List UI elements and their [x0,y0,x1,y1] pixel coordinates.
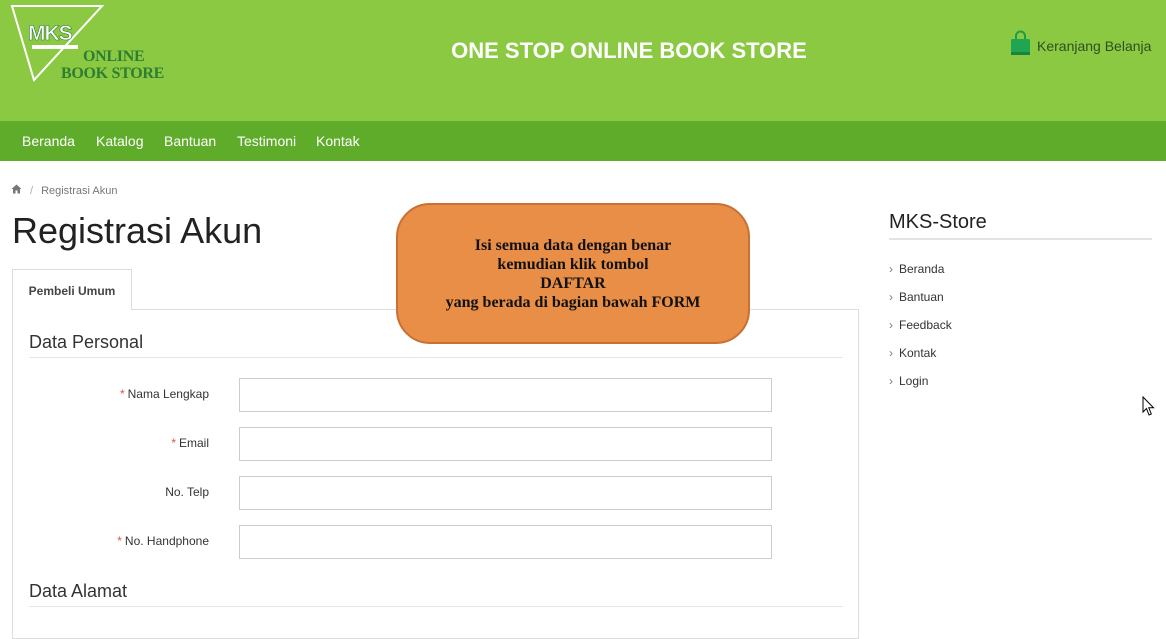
nav-item-katalog[interactable]: Katalog [96,133,143,149]
sidebar-item-label: Login [899,374,929,388]
site-header: MKS ONLINE BOOK STORE ONE STOP ONLINE BO… [0,0,1166,121]
chevron-right-icon: › [889,290,893,304]
nama-lengkap-input[interactable] [239,378,772,412]
label-no-telp: No. Telp [0,485,209,499]
required-marker: * [119,387,125,401]
sidebar-item-label: Feedback [899,318,952,332]
no-handphone-input[interactable] [239,525,772,559]
label-text: No. Handphone [124,534,209,548]
label-nama-lengkap: * Nama Lengkap [0,387,209,401]
section-divider [29,357,843,358]
breadcrumb: / Registrasi Akun [11,184,118,197]
sidebar-item-beranda[interactable]: › Beranda [889,262,944,276]
instruction-callout: Isi semua data dengan benar kemudian kli… [396,203,750,344]
section-data-personal: Data Personal [29,332,144,352]
home-icon[interactable] [11,184,22,197]
sidebar-item-label: Kontak [899,346,937,360]
label-no-handphone: * No. Handphone [0,534,209,548]
callout-line: kemudian klik tombol [497,255,649,273]
sidebar-divider [889,238,1152,240]
mouse-cursor-icon [1142,395,1156,422]
chevron-right-icon: › [889,346,893,360]
email-input[interactable] [239,427,772,461]
label-text: Email [178,436,209,450]
required-marker: * [171,436,176,450]
registration-panel [12,309,859,639]
tab-pembeli-umum[interactable]: Pembeli Umum [12,269,132,310]
label-text: No. Telp [165,485,209,499]
main-nav: Beranda Katalog Bantuan Testimoni Kontak [0,121,1166,161]
sidebar-item-label: Beranda [899,262,945,276]
breadcrumb-current: Registrasi Akun [41,184,118,197]
page-title: Registrasi Akun [12,210,263,251]
cart-label: Keranjang Belanja [1037,37,1152,54]
label-text: Nama Lengkap [127,387,209,401]
nav-item-beranda[interactable]: Beranda [22,133,75,149]
nav-item-kontak[interactable]: Kontak [316,133,360,149]
sidebar-title: MKS-Store [889,211,987,233]
callout-line: yang berada di bagian bawah FORM [445,293,701,311]
sidebar-item-feedback[interactable]: › Feedback [889,318,952,332]
nav-item-testimoni[interactable]: Testimoni [237,133,296,149]
shopping-bag-icon [1010,30,1031,61]
chevron-right-icon: › [889,318,893,332]
required-marker: * [117,534,122,548]
cart-link[interactable]: Keranjang Belanja [1010,30,1151,61]
chevron-right-icon: › [889,374,893,388]
section-data-alamat: Data Alamat [29,581,128,601]
store-title: ONE STOP ONLINE BOOK STORE [451,38,807,63]
no-telp-input[interactable] [239,476,772,510]
sidebar-item-bantuan[interactable]: › Bantuan [889,290,944,304]
chevron-right-icon: › [889,262,893,276]
logo-line-2: BOOK STORE [61,65,164,82]
nav-item-bantuan[interactable]: Bantuan [164,133,216,149]
section-divider [29,606,843,607]
callout-line: DAFTAR [540,274,606,292]
breadcrumb-separator: / [30,184,34,197]
callout-line: Isi semua data dengan benar [474,236,672,254]
sidebar-item-label: Bantuan [899,290,944,304]
sidebar-item-login[interactable]: › Login [889,374,928,388]
label-email: * Email [0,436,209,450]
sidebar-item-kontak[interactable]: › Kontak [889,346,936,360]
